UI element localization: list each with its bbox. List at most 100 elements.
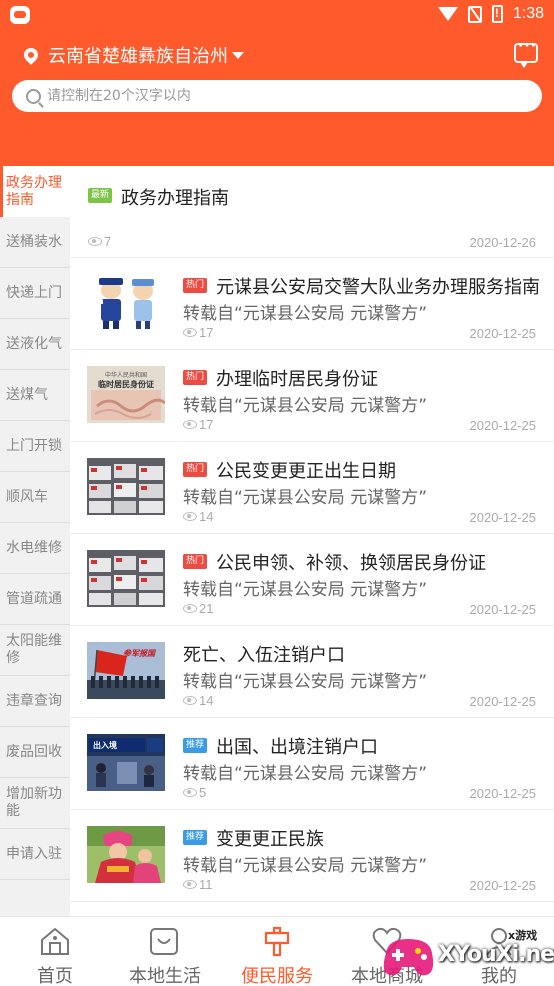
watermark-text: XYouXi.net: [438, 942, 554, 967]
list-item-title: 出国、出境注销户口: [216, 737, 378, 758]
view-count: 21: [183, 601, 213, 616]
app-notification-icon: [10, 6, 30, 24]
eye-icon: [183, 788, 197, 797]
list-item-date: 2020-12-25: [469, 878, 537, 893]
nav-convenience-service[interactable]: 便民服务: [222, 917, 332, 986]
sidebar-item-rideshare[interactable]: 顺风车: [0, 472, 70, 523]
view-count-value: 17: [199, 417, 214, 432]
list-item-title: 变更更正民族: [216, 829, 324, 850]
list-item[interactable]: 热门 公民申领、补领、换领居民身份证 转载自“元谋县公安局 元谋警方” 21 2…: [70, 534, 554, 626]
nav-label: 便民服务: [241, 966, 313, 986]
sidebar-item-label: 违章查询: [6, 692, 62, 709]
list-item-title: 公民申领、补领、换领居民身份证: [216, 553, 486, 574]
sidebar-item-gov-guide[interactable]: 政务办理指南: [0, 166, 70, 217]
sidebar-item-label: 送煤气: [6, 386, 48, 403]
sidebar-item-water[interactable]: 送桶装水: [0, 217, 70, 268]
thumb-caption: 出入境: [93, 741, 117, 750]
view-count: 11: [183, 877, 213, 892]
gamepad-logo-icon: [383, 939, 434, 976]
view-count-value: 17: [199, 325, 214, 340]
message-icon[interactable]: [514, 38, 538, 68]
hot-badge: 热门: [183, 554, 208, 569]
eye-icon: [183, 512, 197, 521]
list-item-title: 元谋县公安局交警大队业务办理服务指南: [216, 277, 540, 298]
list-item-date: 2020-12-26: [469, 235, 537, 250]
eye-icon: [183, 696, 197, 705]
sidebar-item-label: 废品回收: [6, 743, 62, 760]
list-item[interactable]: 推荐 变更更正民族 转载自“元谋县公安局 元谋警方” 11 2020-12-25: [70, 810, 554, 902]
list-item-source: 转载自“元谋县公安局 元谋警方”: [183, 580, 428, 600]
location-selector[interactable]: 云南省楚雄彝族自治州: [21, 42, 244, 68]
list-item-source: 转载自“元谋县公安局 元谋警方”: [183, 488, 428, 508]
wifi-icon: [437, 7, 458, 21]
sidebar-item-new-feature[interactable]: 增加新功能: [0, 778, 70, 829]
list-item[interactable]: 中华人民共和国 临时居民身份证 热门 办理临时居民身份证 转载自“元谋县公安局 …: [70, 350, 554, 442]
list-item-title: 死亡、入伍注销户口: [183, 645, 345, 666]
eye-icon: [88, 237, 102, 246]
sidebar-item-solar[interactable]: 太阳能维修: [0, 625, 70, 676]
sidebar-item-label: 政务办理指南: [6, 174, 62, 208]
search-icon: [26, 88, 41, 104]
sidebar-item-drain[interactable]: 管道疏通: [0, 574, 70, 625]
category-sidebar: 政务办理指南 送桶装水 快递上门 送液化气 送煤气 上门开锁 顺风车 水电维修 …: [0, 166, 70, 916]
status-time: 1:38: [512, 5, 544, 22]
eye-icon: [183, 604, 197, 613]
watermark-small-text: x游戏: [508, 929, 538, 942]
list-item-featured[interactable]: 最新 政务办理指南 7 2020-12-26: [70, 166, 554, 258]
sidebar-item-label: 送液化气: [6, 335, 62, 352]
list-item[interactable]: 参军报国 死亡、入伍注销户口 转载自“元谋县公安局 元谋警方” 14 2020-…: [70, 626, 554, 718]
hot-badge: 热门: [183, 278, 208, 293]
view-count-value: 21: [199, 601, 214, 616]
search-bar[interactable]: [12, 80, 542, 112]
sidebar-item-lpg[interactable]: 送液化气: [0, 319, 70, 370]
thumbnail-ethnic-costume: [87, 826, 165, 883]
sidebar-item-violation[interactable]: 违章查询: [0, 676, 70, 727]
nav-home[interactable]: 首页: [0, 917, 110, 986]
recommend-badge: 推荐: [183, 830, 208, 845]
thumb-caption: 参军报国: [123, 649, 155, 658]
list-item-source: 转载自“元谋县公安局 元谋警方”: [183, 672, 428, 692]
view-count-value: 14: [199, 509, 214, 524]
eye-icon: [183, 880, 197, 889]
search-input[interactable]: [47, 88, 487, 104]
shopping-bag-icon: [150, 928, 178, 955]
sidebar-item-apply[interactable]: 申请入驻: [0, 829, 70, 880]
sidebar-item-label: 顺风车: [6, 488, 48, 505]
sidebar-item-label: 快递上门: [6, 284, 62, 301]
sidebar-item-repair[interactable]: 水电维修: [0, 523, 70, 574]
list-item-date: 2020-12-25: [469, 694, 537, 709]
sidebar-item-label: 太阳能维修: [6, 633, 62, 666]
nav-local-life[interactable]: 本地生活: [110, 917, 220, 986]
sidebar-item-locksmith[interactable]: 上门开锁: [0, 421, 70, 472]
sidebar-item-label: 送桶装水: [6, 233, 62, 250]
view-count: 17: [183, 325, 213, 340]
sidebar-item-recycle[interactable]: 废品回收: [0, 727, 70, 778]
view-count: 14: [183, 509, 213, 524]
sidebar-item-gas[interactable]: 送煤气: [0, 370, 70, 421]
caret-down-icon: [232, 51, 244, 59]
thumbnail-exit-entry-office: 出入境: [87, 734, 165, 791]
view-count-value: 11: [199, 877, 213, 892]
list-item[interactable]: 热门 元谋县公安局交警大队业务办理服务指南 转载自“元谋县公安局 元谋警方” 1…: [70, 258, 554, 350]
header: 1:38 云南省楚雄彝族自治州: [0, 0, 554, 166]
nav-label: 首页: [37, 966, 73, 986]
sidebar-item-express[interactable]: 快递上门: [0, 268, 70, 319]
view-count-value: 14: [199, 693, 214, 708]
thumbnail-police-cartoon: [87, 274, 165, 331]
list-item[interactable]: 出入境 推荐 出国、出境注销户口 转载自“元谋县公安局 元谋警方” 5 2020…: [70, 718, 554, 810]
view-count: 5: [183, 785, 206, 800]
list-item-source: 转载自“元谋县公安局 元谋警方”: [183, 396, 428, 416]
view-count-value: 5: [199, 785, 207, 800]
site-watermark: XYouXi.net x游戏: [380, 925, 554, 986]
list-item[interactable]: 热门 公民变更更正出生日期 转载自“元谋县公安局 元谋警方” 14 2020-1…: [70, 442, 554, 534]
sidebar-item-label: 增加新功能: [6, 786, 62, 819]
view-count-value: 7: [104, 234, 112, 249]
sidebar-item-label: 上门开锁: [6, 437, 62, 454]
new-badge: 最新: [88, 188, 113, 203]
recommend-badge: 推荐: [183, 738, 208, 753]
list-item-date: 2020-12-25: [469, 786, 537, 801]
status-indicators: 1:38: [437, 5, 544, 23]
list-item-source: 转载自“元谋县公安局 元谋警方”: [183, 304, 428, 324]
thumbnail-temp-id-card: 中华人民共和国 临时居民身份证: [87, 366, 165, 423]
article-list: 最新 政务办理指南 7 2020-12-26 热门 元谋县公安局交警大队业务办理…: [70, 166, 554, 916]
